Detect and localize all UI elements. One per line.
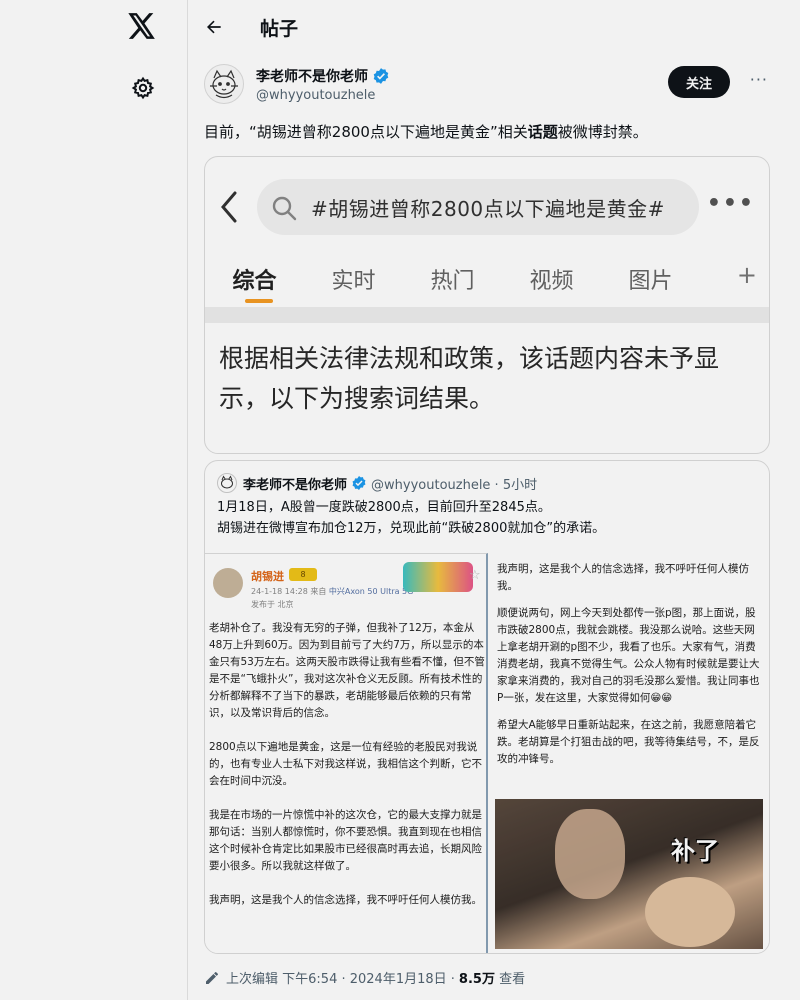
weibo-sticker-image [403, 562, 473, 592]
meme-figure [555, 809, 625, 899]
search-icon [272, 196, 297, 221]
post-timestamp[interactable]: 下午6:54 · 2024年1月18日 · [282, 968, 455, 987]
main-column: 帖子 李老师不是你老师 @whyyoutouzhele 关注 ··· 目前，“胡… [188, 0, 800, 1000]
weibo-paragraph: 顺便说两句，网上今天到处都传一张p图，那上面说，股市跌破2800点，我就会跳楼。… [497, 607, 760, 704]
edited-label[interactable]: 上次编辑 [226, 968, 278, 987]
author-name-row: 李老师不是你老师 [256, 66, 390, 86]
weibo-tab-indicator [245, 299, 273, 303]
author-handle[interactable]: @whyyoutouzhele [256, 88, 375, 103]
quoted-post[interactable]: 李老师不是你老师 @whyyoutouzhele · 5小时 1月18日，A股曾… [204, 460, 770, 954]
weibo-plus-icon: + [736, 261, 757, 289]
weibo-tab: 综合 [232, 269, 277, 294]
weibo-paragraph: 希望大A能够早日重新站起来，在这之前，我愿意陪着它跌。老胡算是个打狙击战的吧，我… [497, 719, 760, 765]
meme-figure [645, 877, 735, 947]
weibo-search-bar: #胡锡进曾称2800点以下遍地是黄金# [257, 179, 699, 235]
quoted-author-row: 李老师不是你老师 @whyyoutouzhele · 5小时 [217, 473, 537, 493]
weibo-paragraph: 我声明，这是我个人的信念选择，我不呼吁任何人模仿我。 [497, 563, 749, 592]
weibo-tab: 热门 [430, 269, 475, 294]
post-text-part: 被微博封禁。 [557, 123, 648, 141]
weibo-post-body-continued: 我声明，这是我个人的信念选择，我不呼吁任何人模仿我。 顺便说两句，网上今天到处都… [497, 561, 765, 778]
weibo-back-icon [221, 191, 237, 223]
author-name[interactable]: 李老师不是你老师 [256, 66, 368, 86]
more-options-icon[interactable]: ··· [750, 70, 768, 89]
weibo-paragraph: 老胡补仓了。我没有无穷的子弹，但我补了12万，本金从48万上升到60万。因为到目… [209, 622, 485, 719]
weibo-source-prefix: 来自 [310, 587, 327, 596]
weibo-tab: 视频 [529, 269, 574, 294]
follow-button[interactable]: 关注 [668, 66, 730, 98]
left-nav [0, 0, 188, 1000]
weibo-paragraph: 2800点以下遍地是黄金，这是一位有经验的老股民对我说的，也有专业人士私下对我这… [209, 741, 482, 787]
weibo-user-avatar [213, 568, 243, 598]
weibo-paragraph: 我声明，这是我个人的信念选择，我不呼吁任何人模仿我。 [209, 894, 482, 906]
weibo-censor-notice: 根据相关法律法规和政策，该话题内容未予显示，以下为搜索词结果。 [219, 344, 720, 413]
weibo-search-query: #胡锡进曾称2800点以下遍地是黄金# [311, 197, 665, 221]
post-text-bold: 话题 [527, 123, 558, 141]
avatar[interactable] [204, 64, 244, 104]
weibo-screenshot-image[interactable]: #胡锡进曾称2800点以下遍地是黄金# ••• 综合 实时 热门 视频 图片 +… [204, 156, 770, 454]
verified-badge-icon [352, 476, 366, 490]
quoted-avatar [217, 473, 237, 493]
weibo-tab: 实时 [331, 269, 376, 294]
weibo-divider [205, 307, 769, 323]
meme-image: 补了 [495, 799, 763, 949]
meme-caption: 补了 [671, 837, 719, 865]
quoted-image-left[interactable]: 胡锡进 8 24-1-18 14:28 来自 中兴Axon 50 Ultra 5… [205, 553, 488, 953]
weibo-paragraph: 我是在市场的一片惊慌中补的这次仓，它的最大支撑力就是那句话：当别人都惊慌时，你不… [209, 809, 482, 872]
post-text-part: 目前，“胡锡进曾称2800点以下遍地是黄金”相关 [204, 123, 528, 141]
weibo-post-date: 24-1-18 14:28 来自 中兴Axon 50 Ultra 5G [251, 586, 413, 597]
weibo-more-icon: ••• [706, 191, 755, 216]
page-title: 帖子 [260, 17, 299, 40]
weibo-tab: 图片 [628, 269, 673, 294]
quoted-text-line: 胡锡进在微博宣布加仓12万，兑现此前“跌破2800就加仓”的承诺。 [217, 521, 606, 536]
quoted-text-line: 1月18日，A股曾一度跌破2800点，目前回升至2845点。 [217, 500, 551, 515]
weibo-level-badge: 8 [289, 568, 317, 581]
weibo-user-name: 胡锡进 [251, 570, 284, 583]
post-author: 李老师不是你老师 @whyyoutouzhele 关注 ··· [204, 64, 784, 108]
x-logo-icon[interactable] [126, 10, 158, 42]
back-arrow-icon[interactable] [202, 15, 226, 39]
weibo-device: 中兴Axon 50 Ultra 5G [328, 587, 414, 596]
star-icon: ☆ [469, 568, 481, 583]
quoted-image-right[interactable]: 我声明，这是我个人的信念选择，我不呼吁任何人模仿我。 顺便说两句，网上今天到处都… [491, 553, 769, 953]
weibo-post-location: 发布于 北京 [251, 600, 294, 609]
weibo-date-text: 24-1-18 14:28 [251, 587, 308, 596]
quoted-meta: @whyyoutouzhele · 5小时 [371, 477, 538, 493]
verified-badge-icon [373, 68, 389, 84]
post-text: 目前，“胡锡进曾称2800点以下遍地是黄金”相关话题被微博封禁。 [204, 120, 784, 144]
quoted-author-name: 李老师不是你老师 [243, 477, 348, 493]
page-header: 帖子 [188, 0, 800, 54]
pencil-icon [206, 971, 218, 984]
views-count: 8.5万 [458, 972, 495, 987]
gear-icon[interactable] [128, 73, 158, 103]
views-label: 查看 [499, 972, 526, 987]
weibo-post-body: 老胡补仓了。我没有无穷的子弹，但我补了12万，本金从48万上升到60万。因为到目… [209, 620, 485, 926]
weibo-tabs: 综合 实时 热门 视频 图片 [205, 255, 769, 303]
quoted-text: 1月18日，A股曾一度跌破2800点，目前回升至2845点。 胡锡进在微博宣布加… [217, 497, 757, 539]
post-footer: 上次编辑 下午6:54 · 2024年1月18日 · 8.5万 查看 [204, 968, 525, 987]
